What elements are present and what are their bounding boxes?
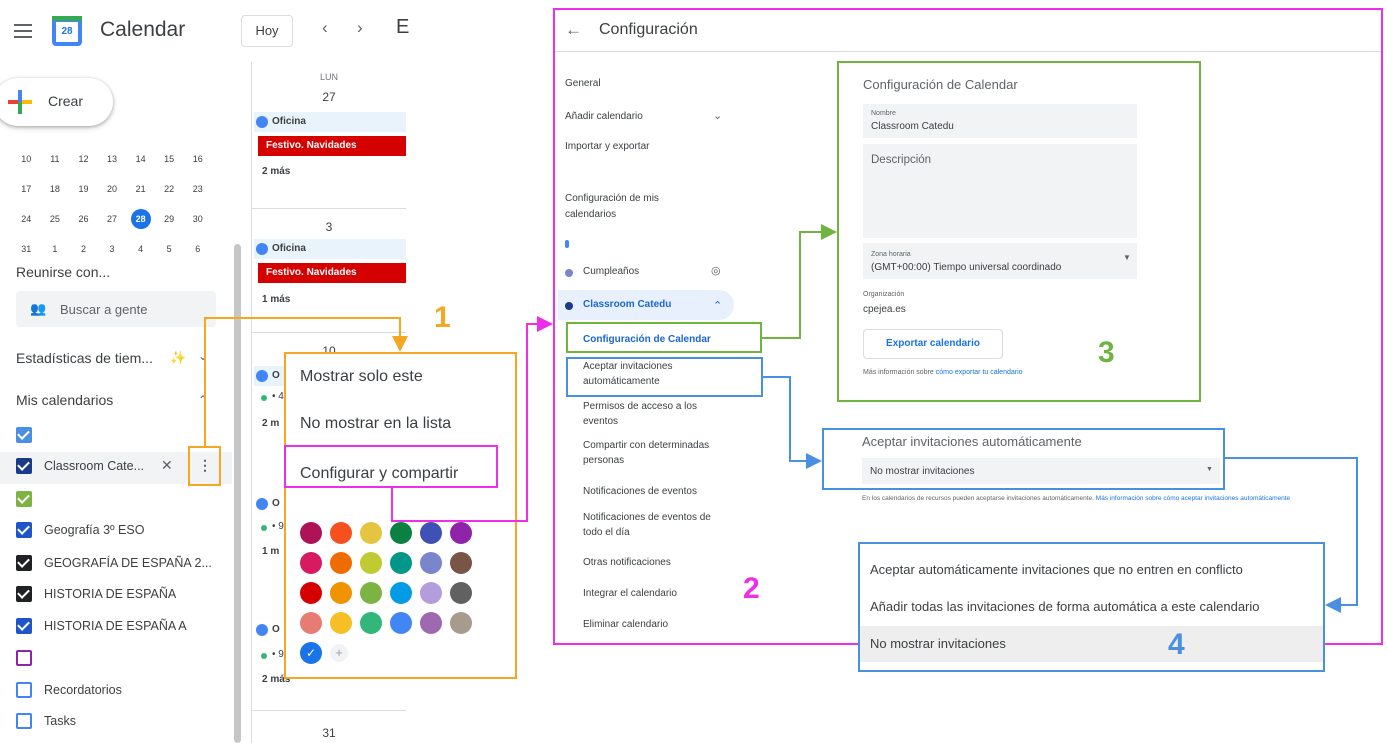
- connector-arrows: [204, 224, 1358, 613]
